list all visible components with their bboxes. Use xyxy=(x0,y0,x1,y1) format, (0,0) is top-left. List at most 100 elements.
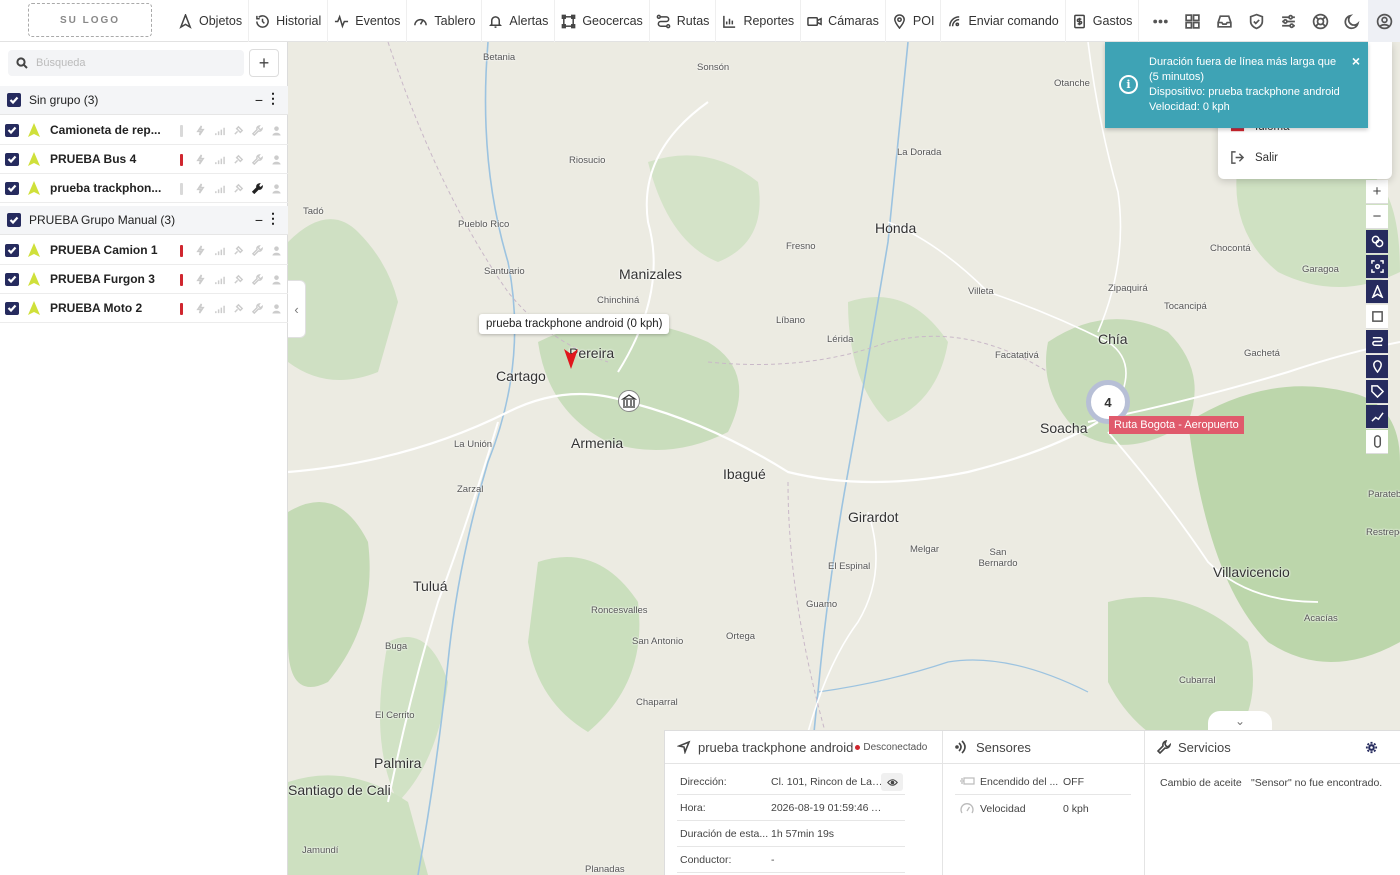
object-row[interactable]: PRUEBA Furgon 3 xyxy=(0,265,288,294)
show-routes-button[interactable] xyxy=(1366,330,1388,354)
nav-item-cámaras[interactable]: Cámaras xyxy=(801,0,886,42)
receipt-icon xyxy=(1073,14,1085,28)
navigation-icon xyxy=(1371,285,1383,298)
place-label: Planadas xyxy=(585,864,625,875)
detail-key: Duración de esta... xyxy=(680,828,769,840)
object-checkbox[interactable] xyxy=(5,272,19,286)
nav-item-label: Rutas xyxy=(676,14,710,28)
view-address-button[interactable] xyxy=(881,773,903,791)
notification-line: Dispositivo: prueba trackphone android xyxy=(1149,86,1340,98)
driver-icon xyxy=(267,174,286,203)
place-label: Palmira xyxy=(374,755,422,771)
poi-marker[interactable] xyxy=(618,390,640,412)
close-icon[interactable]: × xyxy=(1352,54,1360,69)
object-name: prueba trackphon... xyxy=(50,181,162,195)
show-poi-button[interactable] xyxy=(1366,355,1388,379)
device-arrow-marker[interactable] xyxy=(563,348,579,370)
place-label: El Cerrito xyxy=(375,710,415,721)
layers-button[interactable] xyxy=(1366,230,1388,254)
object-name: PRUEBA Camion 1 xyxy=(50,243,158,257)
notification-line: Duración fuera de línea más larga que xyxy=(1149,56,1337,68)
object-checkbox[interactable] xyxy=(5,123,19,137)
nav-item-geocercas[interactable]: Geocercas xyxy=(555,0,650,42)
more-vertical-icon[interactable]: ⋮ xyxy=(266,90,280,107)
sensor-name: Velocidad xyxy=(980,803,1026,815)
divider xyxy=(677,794,905,795)
nav-item-rutas[interactable]: Rutas xyxy=(650,0,717,42)
sliders-button[interactable] xyxy=(1272,0,1304,42)
show-geofences-button[interactable] xyxy=(1366,305,1388,329)
notification-line: Velocidad: 0 kph xyxy=(1149,101,1230,113)
object-row[interactable]: PRUEBA Bus 4 xyxy=(0,145,288,174)
nav-item-gastos[interactable]: Gastos xyxy=(1066,0,1140,42)
signal-bars-icon xyxy=(210,116,229,145)
nav-item-reportes[interactable]: Reportes xyxy=(716,0,802,42)
object-checkbox[interactable] xyxy=(5,181,19,195)
object-checkbox[interactable] xyxy=(5,152,19,166)
nav-item-objetos[interactable]: Objetos xyxy=(172,0,250,42)
inbox-button[interactable] xyxy=(1208,0,1240,42)
fit-bounds-button[interactable] xyxy=(1366,255,1388,279)
nav-item-poi[interactable]: POI xyxy=(886,0,942,42)
group-header[interactable]: Sin grupo (3) − ⋮ xyxy=(0,86,288,115)
show-objects-button[interactable] xyxy=(1366,280,1388,304)
signal-bars-icon xyxy=(210,294,229,323)
camera-icon xyxy=(807,16,822,26)
moon-button[interactable] xyxy=(1336,0,1368,42)
object-row[interactable]: prueba trackphon... xyxy=(0,174,288,203)
collapse-group-button[interactable]: − xyxy=(255,212,263,228)
group-checkbox[interactable] xyxy=(7,93,21,107)
top-navigation-bar: SU LOGO Objetos Historial Eventos Tablero Al… xyxy=(0,0,1400,42)
device-tooltip: prueba trackphone android (0 kph) xyxy=(479,314,670,334)
collapse-group-button[interactable]: − xyxy=(255,92,263,108)
object-row[interactable]: PRUEBA Moto 2 xyxy=(0,294,288,323)
signal-bars-icon xyxy=(210,145,229,174)
sidebar-collapse-handle[interactable]: ‹ xyxy=(288,280,306,338)
group-header[interactable]: PRUEBA Grupo Manual (3) − ⋮ xyxy=(0,206,288,235)
show-tails-button[interactable] xyxy=(1366,405,1388,429)
place-label: Manizales xyxy=(619,266,683,282)
place-label: Lérida xyxy=(827,334,854,345)
group-checkbox[interactable] xyxy=(7,213,21,227)
zoom-out-button[interactable]: − xyxy=(1366,205,1388,229)
nav-item-alertas[interactable]: Alertas xyxy=(482,0,556,42)
route-label[interactable]: Ruta Bogota - Aeropuerto xyxy=(1109,416,1244,434)
object-row[interactable]: PRUEBA Camion 1 xyxy=(0,236,288,265)
sensor-value: 0 kph xyxy=(1063,803,1089,815)
driver-icon xyxy=(267,294,286,323)
check-icon xyxy=(7,304,17,313)
moon-icon xyxy=(1343,13,1359,29)
nav-item-historial[interactable]: Historial xyxy=(249,0,329,42)
user-button[interactable] xyxy=(1368,0,1400,42)
object-status-icons xyxy=(172,294,286,323)
nav-item-tablero[interactable]: Tablero xyxy=(407,0,483,42)
route-icon xyxy=(656,14,671,28)
place-label: Zarzal xyxy=(457,484,484,495)
nav-item-eventos[interactable]: Eventos xyxy=(328,0,408,42)
gear-icon[interactable] xyxy=(1365,741,1378,754)
zoom-in-button[interactable]: + xyxy=(1366,180,1388,204)
support-button[interactable] xyxy=(1304,0,1336,42)
ruler-button[interactable] xyxy=(1366,430,1388,454)
bottom-panel-toggle[interactable]: ⌄ xyxy=(1208,711,1272,730)
menu-item-logout[interactable]: Salir xyxy=(1230,150,1278,165)
pin-tool-icon xyxy=(229,294,248,323)
object-row[interactable]: Camioneta de rep... xyxy=(0,116,288,145)
object-checkbox[interactable] xyxy=(5,243,19,257)
shield-icon xyxy=(1249,13,1263,29)
object-checkbox[interactable] xyxy=(5,301,19,315)
nav-item-enviar-comando[interactable]: Enviar comando xyxy=(941,0,1066,42)
show-labels-button[interactable] xyxy=(1366,380,1388,404)
more-vertical-icon[interactable]: ⋮ xyxy=(266,210,280,227)
check-icon xyxy=(7,184,17,193)
check-icon xyxy=(7,155,17,164)
search-input[interactable] xyxy=(36,57,226,69)
place-label: Jamundí xyxy=(302,845,339,856)
device-title: prueba trackphone android xyxy=(698,739,854,755)
more-button[interactable] xyxy=(1144,0,1176,42)
add-object-button[interactable]: + xyxy=(249,49,279,77)
shield-button[interactable] xyxy=(1240,0,1272,42)
place-label: San Antonio xyxy=(632,636,684,647)
pin-tool-icon xyxy=(229,236,248,265)
grid-button[interactable] xyxy=(1176,0,1208,42)
